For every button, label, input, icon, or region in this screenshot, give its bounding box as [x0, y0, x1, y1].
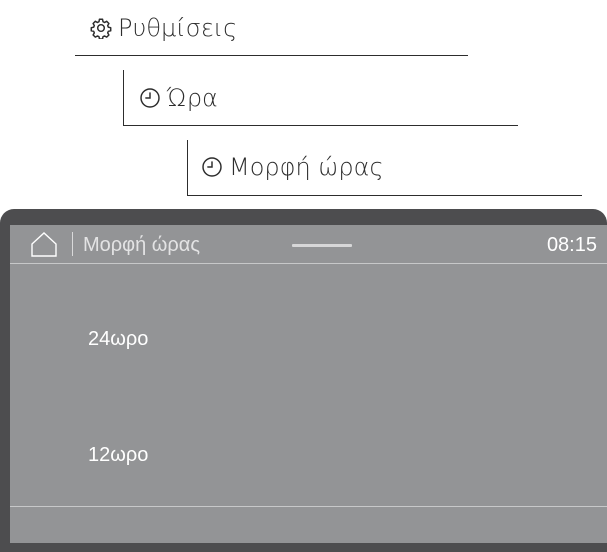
home-icon: [31, 232, 57, 257]
header-separator: [10, 263, 607, 264]
breadcrumb-settings-label: Ρυθμίσεις: [118, 14, 238, 42]
option-24h[interactable]: 24ωρο: [10, 305, 607, 375]
status-time: 08:15: [546, 234, 597, 256]
status-divider: [72, 232, 73, 256]
breadcrumb-divider: [187, 195, 582, 196]
clock-icon: [139, 87, 161, 109]
breadcrumb-time-format-label: Μορφή ώρας: [229, 153, 384, 181]
gear-icon: [90, 17, 112, 39]
breadcrumb-connector: [123, 70, 124, 126]
breadcrumb-time-format: Μορφή ώρας: [201, 155, 384, 179]
breadcrumb-time-label: Ώρα: [167, 84, 218, 112]
footer-separator: [10, 506, 607, 507]
breadcrumb-divider: [75, 55, 468, 56]
option-12h[interactable]: 12ωρο: [10, 421, 607, 491]
option-12h-label: 12ωρο: [88, 444, 149, 466]
breadcrumb-time: Ώρα: [139, 86, 218, 110]
display-screen: Μορφή ώρας 08:15 24ωρο 12ωρο: [10, 225, 607, 543]
drag-handle[interactable]: [292, 244, 352, 247]
option-24h-label: 24ωρο: [88, 328, 149, 350]
home-button[interactable]: [30, 231, 58, 257]
clock-icon: [201, 156, 223, 178]
breadcrumb-divider: [123, 125, 518, 126]
breadcrumb-connector: [187, 140, 188, 196]
device-frame: Μορφή ώρας 08:15 24ωρο 12ωρο: [0, 209, 607, 552]
screen-title: Μορφή ώρας: [83, 234, 201, 256]
breadcrumb-settings: Ρυθμίσεις: [90, 16, 237, 40]
